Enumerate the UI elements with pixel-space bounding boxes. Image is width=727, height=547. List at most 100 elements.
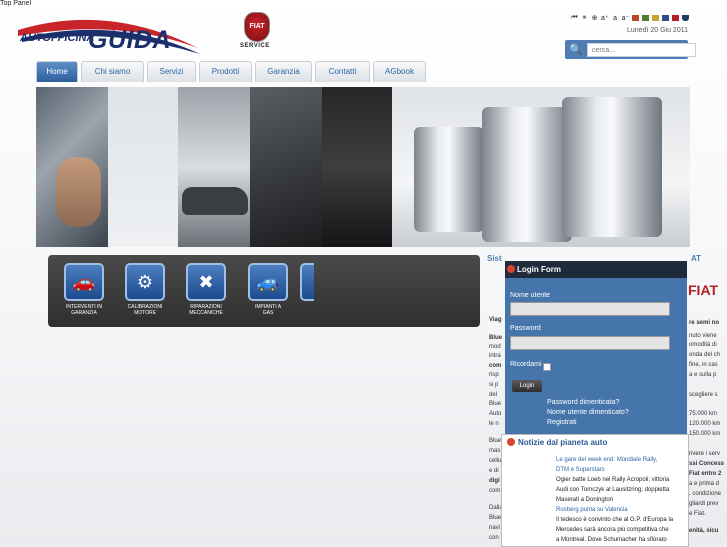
first-icon[interactable]: ⏮ xyxy=(571,14,578,22)
banner-panel-engine xyxy=(36,87,108,247)
service-gas-systems[interactable]: 🚙 IMPIANTI A GAS xyxy=(238,263,298,316)
register-link[interactable]: Registrati xyxy=(547,419,577,426)
search-icon[interactable]: 🔍 xyxy=(569,43,583,56)
banner-panel-pistons xyxy=(392,87,690,247)
service-engine-calibration[interactable]: ⚙ CALIBRAZIONI MOTORE xyxy=(115,263,175,316)
login-header: Login Form xyxy=(505,261,687,278)
nav-tab-contatti[interactable]: Contatti xyxy=(315,61,370,82)
text-line: risp xyxy=(489,372,499,378)
bookmark-icon[interactable] xyxy=(682,15,690,21)
text-line: intra xyxy=(489,353,501,359)
nav-tab-agbook[interactable]: AGbook xyxy=(373,61,426,82)
text-line: e di xyxy=(489,468,499,474)
piston-1 xyxy=(414,127,484,232)
text-line: onda del ch xyxy=(689,352,721,358)
text-line: si p xyxy=(489,382,499,388)
theme-swatch-1[interactable] xyxy=(632,15,640,21)
remember-label: Ricordami xyxy=(510,361,542,368)
piston-2 xyxy=(482,107,572,242)
theme-swatch-3[interactable] xyxy=(652,15,660,21)
right-heading: AT xyxy=(691,254,702,263)
text-line: mas xyxy=(489,448,501,454)
text-line: a e sulla p xyxy=(689,372,717,378)
theme-swatch-4[interactable] xyxy=(662,15,670,21)
nav-tab-prodotti[interactable]: Prodotti xyxy=(199,61,252,82)
nav-tab-home[interactable]: Home xyxy=(36,61,78,82)
service-label-line2: GARANZIA xyxy=(71,310,97,316)
font-decrease-icon[interactable]: a⁻ xyxy=(622,14,630,22)
text-line: scegliere s xyxy=(689,392,718,398)
current-date: Lunedì 20 Giu 2011 xyxy=(627,27,688,34)
text-line: Fiat entro 2 xyxy=(689,471,722,477)
login-title: Login Form xyxy=(517,265,561,274)
site-logo[interactable]: AUTOFFICINA GUIDA xyxy=(8,8,208,56)
banner-car xyxy=(182,187,248,215)
text-line: Blue xyxy=(489,335,503,341)
service-label-line2: MOTORE xyxy=(134,310,156,316)
reset-icon[interactable]: ⊕ xyxy=(591,14,598,22)
text-line: le n xyxy=(489,421,499,427)
services-icon-bar: 🚗 INTERVENTI IN GARANZIA ⚙ CALIBRAZIONI MO… xyxy=(48,255,480,327)
service-label-line2: GAS xyxy=(262,310,274,316)
text-line: com xyxy=(489,363,502,369)
text-line: cellu xyxy=(489,458,502,464)
left-column-heading: Sist xyxy=(487,254,507,263)
service-partial[interactable] xyxy=(300,263,314,301)
username-field[interactable] xyxy=(510,302,670,316)
password-field[interactable] xyxy=(510,336,670,350)
text-line: digi xyxy=(489,478,500,484)
text-line: com xyxy=(489,488,501,494)
header-banner xyxy=(36,87,690,247)
banner-panel-window xyxy=(108,87,178,247)
nav-tab-chi-siamo[interactable]: Chi siamo xyxy=(81,61,144,82)
search-input[interactable] xyxy=(587,43,696,57)
theme-swatch-5[interactable] xyxy=(672,15,680,21)
text-line: , condizione xyxy=(689,491,722,497)
banner-panel-dark xyxy=(322,87,392,247)
service-mechanical-repairs[interactable]: ✖ RIPARAZIONI MECCANICHE xyxy=(176,263,236,316)
nav-tab-garanzia[interactable]: Garanzia xyxy=(255,61,312,82)
text-line: Viag xyxy=(489,317,502,323)
forgot-password-link[interactable]: Password dimenticata? xyxy=(547,399,619,406)
fiat-service-label: SERVICE xyxy=(240,43,270,49)
text-line: Blue xyxy=(489,438,502,444)
text-line: re semi no xyxy=(689,320,720,326)
text-line: nuto viene xyxy=(689,333,717,339)
theme-swatch-2[interactable] xyxy=(642,15,650,21)
nav-tab-servizi[interactable]: Servizi xyxy=(147,61,196,82)
tools-icon: ✖ xyxy=(186,263,226,301)
text-line: 120.000 km xyxy=(689,421,721,427)
news-box: Notizie dal pianeta auto Le gare del wee… xyxy=(501,434,689,547)
accessibility-toolbar: ⏮ ⏸ ⊕ a⁺ a a⁻ xyxy=(571,13,690,23)
text-line: fine, in cas xyxy=(689,362,718,368)
news-text: Maserati a Donington xyxy=(556,497,614,503)
news-link[interactable]: Rosberg punta su Valencia xyxy=(556,507,628,513)
fiat-brand-logo: FIAT xyxy=(688,282,719,298)
text-line: con xyxy=(489,535,499,541)
top-panel-link[interactable]: Top Panel xyxy=(0,0,31,7)
font-reset-icon[interactable]: a xyxy=(612,15,619,22)
login-button[interactable]: Login xyxy=(512,380,542,392)
text-line: mod xyxy=(489,344,501,350)
remember-checkbox[interactable] xyxy=(543,363,551,371)
news-link[interactable]: Le gare del week end: Mondiale Rally, xyxy=(556,457,657,463)
news-header: Notizie dal pianeta auto xyxy=(507,438,607,447)
piston-3 xyxy=(562,97,662,237)
news-link[interactable]: DTM e Superstars xyxy=(556,467,605,473)
text-line: 150.000 km xyxy=(689,431,721,437)
text-line: Blue xyxy=(489,401,502,407)
service-warranty[interactable]: 🚗 INTERVENTI IN GARANZIA xyxy=(54,263,114,316)
text-line: del xyxy=(489,392,498,398)
forgot-username-link[interactable]: Nome utente dimenticato? xyxy=(547,409,629,416)
username-label: Nome utente xyxy=(510,292,551,299)
main-nav: Home Chi siamo Servizi Prodotti Garanzia… xyxy=(36,61,426,82)
gears-icon: ⚙ xyxy=(125,263,165,301)
login-bullet-icon xyxy=(507,265,515,273)
font-increase-icon[interactable]: a⁺ xyxy=(601,14,609,22)
text-line: Auto xyxy=(489,411,502,417)
text-line: Blue xyxy=(489,515,502,521)
banner-panel-car xyxy=(178,87,250,247)
text-line: gliardi prev xyxy=(689,501,719,507)
pause-icon[interactable]: ⏸ xyxy=(581,14,588,22)
news-bullet-icon xyxy=(507,438,515,446)
